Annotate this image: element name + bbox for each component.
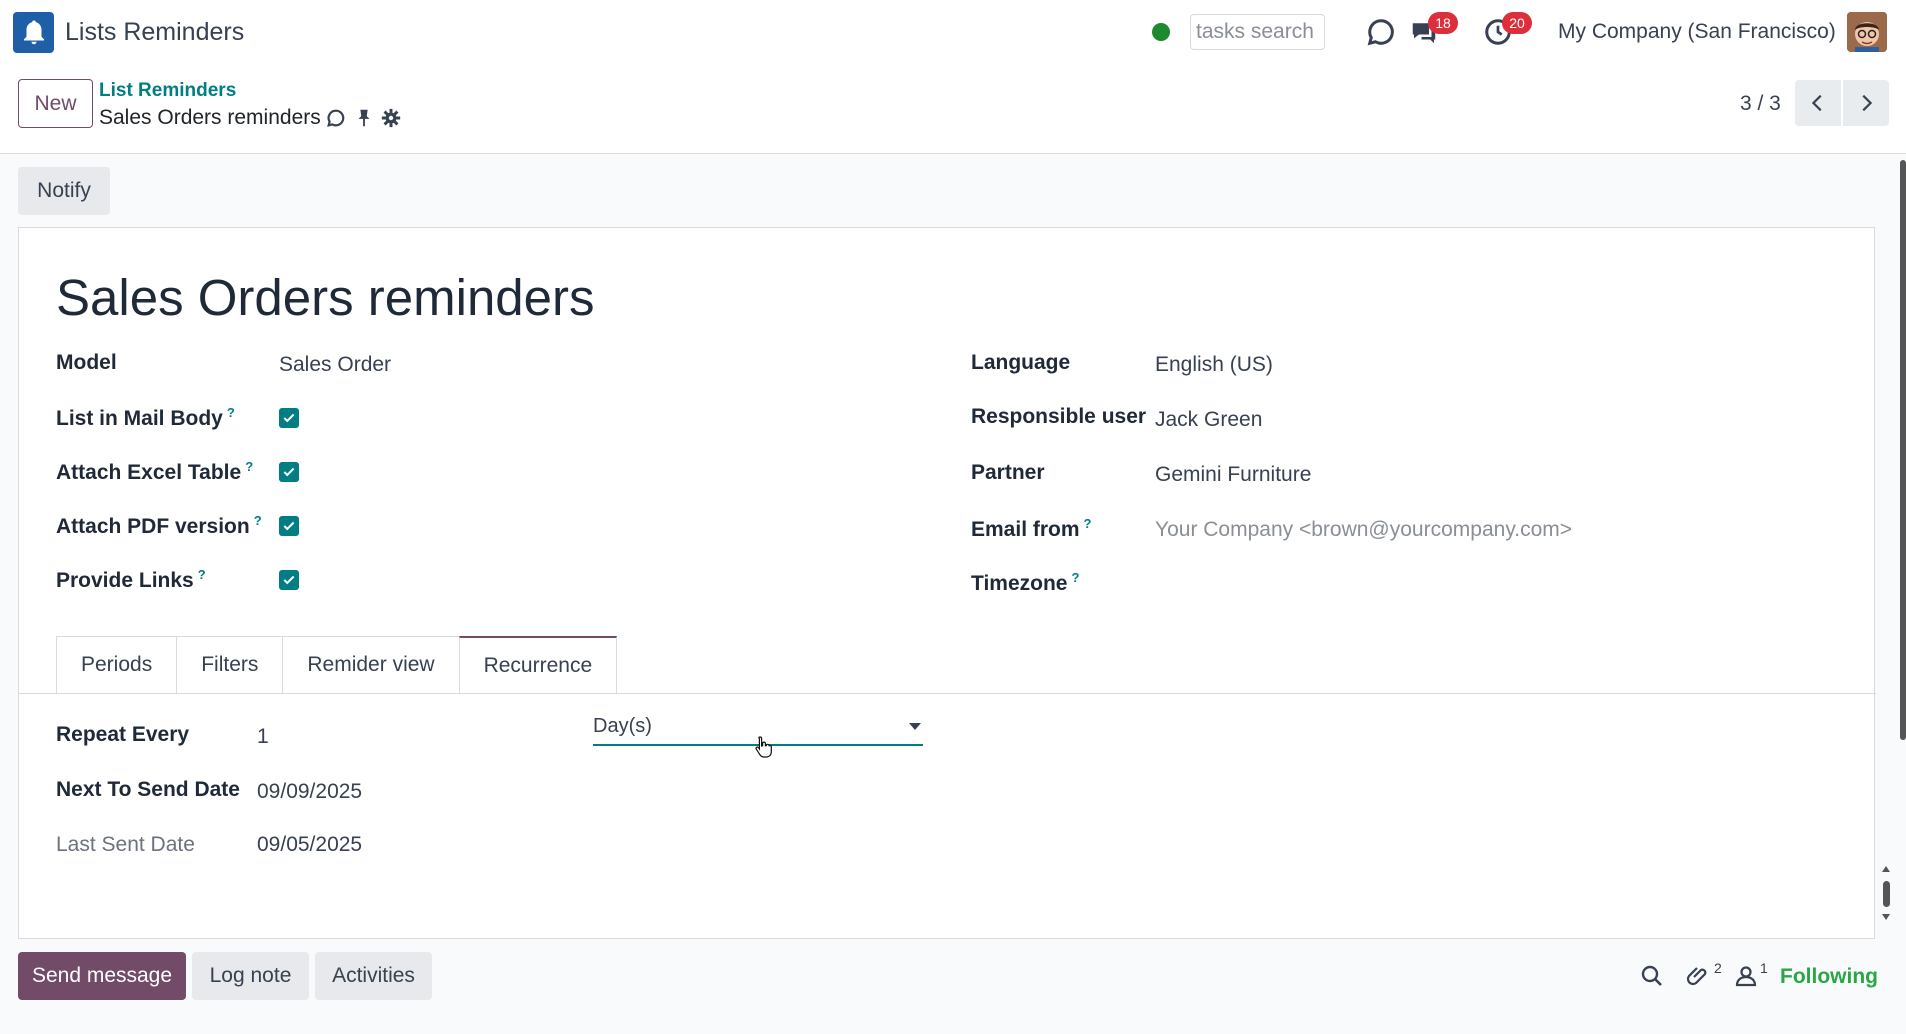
provide-links-label: Provide Links? xyxy=(56,567,206,592)
scroll-thumb[interactable] xyxy=(1883,881,1890,907)
language-field[interactable]: English (US) xyxy=(1155,353,1273,377)
tabs-divider xyxy=(19,693,1876,694)
help-tooltip-icon[interactable]: ? xyxy=(198,567,206,582)
next-send-date-field[interactable]: 09/09/2025 xyxy=(257,780,362,804)
email-from-label: Email from? xyxy=(971,516,1092,541)
help-tooltip-icon[interactable]: ? xyxy=(254,513,262,528)
notify-button[interactable]: Notify xyxy=(18,167,110,215)
inner-scrollbar[interactable] xyxy=(1879,866,1893,920)
activities-badge: 20 xyxy=(1502,12,1532,34)
caret-down-icon xyxy=(909,723,921,730)
help-tooltip-icon[interactable]: ? xyxy=(245,459,253,474)
control-panel: New List Reminders Sales Orders reminder… xyxy=(0,64,1906,154)
pager-value[interactable]: 3 / 3 xyxy=(1740,92,1781,116)
pin-icon[interactable] xyxy=(352,106,376,130)
model-value: Sales Order xyxy=(279,353,392,376)
list-in-mail-checkbox[interactable] xyxy=(279,408,299,428)
messages-icon[interactable]: 18 xyxy=(1406,12,1458,50)
provide-links-checkbox[interactable] xyxy=(279,570,299,590)
company-switcher[interactable]: My Company (San Francisco) xyxy=(1558,20,1836,44)
pager-next-button[interactable] xyxy=(1843,80,1889,126)
help-tooltip-icon[interactable]: ? xyxy=(227,405,235,420)
hand-cursor-icon xyxy=(755,736,772,758)
model-label: Model xyxy=(56,351,117,374)
partner-field[interactable]: Gemini Furniture xyxy=(1155,463,1311,487)
tab-periods[interactable]: Periods xyxy=(56,636,178,693)
user-avatar[interactable] xyxy=(1847,12,1887,52)
partner-label: Partner xyxy=(971,461,1045,484)
chat-bubble-icon[interactable] xyxy=(324,106,348,130)
activities-button[interactable]: Activities xyxy=(315,952,432,1000)
tab-recurrence[interactable]: Recurrence xyxy=(458,636,618,694)
language-label: Language xyxy=(971,351,1071,374)
gear-icon[interactable] xyxy=(379,106,403,130)
attach-pdf-checkbox[interactable] xyxy=(279,516,299,536)
help-tooltip-icon[interactable]: ? xyxy=(1071,570,1079,585)
attach-pdf-label: Attach PDF version? xyxy=(56,513,262,538)
page-scrollbar[interactable] xyxy=(1900,160,1906,740)
tasks-search-input[interactable] xyxy=(1190,14,1325,50)
form-sheet: Sales Orders reminders Model Sales Order… xyxy=(18,227,1890,939)
repeat-unit-value: Day(s) xyxy=(593,714,652,737)
list-in-mail-label: List in Mail Body? xyxy=(56,405,235,430)
tab-filters[interactable]: Filters xyxy=(176,636,284,693)
email-from-field[interactable]: Your Company <brown@yourcompany.com> xyxy=(1155,518,1572,542)
checkmark-icon xyxy=(283,467,295,477)
following-button[interactable]: Following xyxy=(1780,965,1878,989)
breadcrumb-list-reminders[interactable]: List Reminders xyxy=(99,80,236,102)
responsible-user-label: Responsible user xyxy=(971,405,1147,428)
follower-user-icon[interactable] xyxy=(1732,962,1760,990)
last-sent-date-label: Last Sent Date xyxy=(56,833,195,856)
last-sent-date-value: 09/05/2025 xyxy=(257,833,363,856)
app-name[interactable]: Lists Reminders xyxy=(65,18,244,47)
checkmark-icon xyxy=(283,521,295,531)
chevron-left-icon xyxy=(1811,94,1822,112)
attachments-count: 2 xyxy=(1714,960,1722,976)
top-navbar: Lists Reminders 18 20 My Company (San Fr… xyxy=(0,0,1906,64)
presence-status-dot xyxy=(1152,23,1170,41)
pager-previous-button[interactable] xyxy=(1795,80,1841,126)
attach-excel-label: Attach Excel Table? xyxy=(56,459,254,484)
scroll-up-arrow-icon[interactable] xyxy=(1882,866,1890,872)
paperclip-icon[interactable] xyxy=(1684,962,1712,990)
notebook-tabs: Periods Filters Remider view Recurrence xyxy=(56,636,618,694)
messages-badge: 18 xyxy=(1428,12,1458,34)
timezone-label: Timezone? xyxy=(971,570,1080,595)
new-button[interactable]: New xyxy=(18,79,93,128)
tab-reminder-view[interactable]: Remider view xyxy=(282,636,460,693)
responsible-user-field[interactable]: Jack Green xyxy=(1155,408,1262,432)
checkmark-icon xyxy=(283,413,295,423)
activities-clock-icon[interactable]: 20 xyxy=(1480,12,1532,50)
repeat-every-input[interactable]: 1 xyxy=(257,725,269,749)
send-message-button[interactable]: Send message xyxy=(18,952,186,1000)
repeat-every-label: Repeat Every xyxy=(56,723,190,746)
breadcrumb-current-record: Sales Orders reminders xyxy=(99,106,321,129)
bell-app-icon[interactable] xyxy=(13,12,54,53)
help-tooltip-icon[interactable]: ? xyxy=(1084,516,1092,531)
attach-excel-checkbox[interactable] xyxy=(279,462,299,482)
chevron-right-icon xyxy=(1862,94,1873,112)
record-title-field[interactable]: Sales Orders reminders xyxy=(56,268,595,327)
search-icon[interactable] xyxy=(1638,962,1666,990)
checkmark-icon xyxy=(283,575,295,585)
followers-count: 1 xyxy=(1760,960,1768,976)
next-send-date-label: Next To Send Date xyxy=(56,778,240,801)
discuss-icon[interactable] xyxy=(1363,14,1399,50)
scroll-down-arrow-icon[interactable] xyxy=(1882,914,1890,920)
log-note-button[interactable]: Log note xyxy=(192,952,309,1000)
